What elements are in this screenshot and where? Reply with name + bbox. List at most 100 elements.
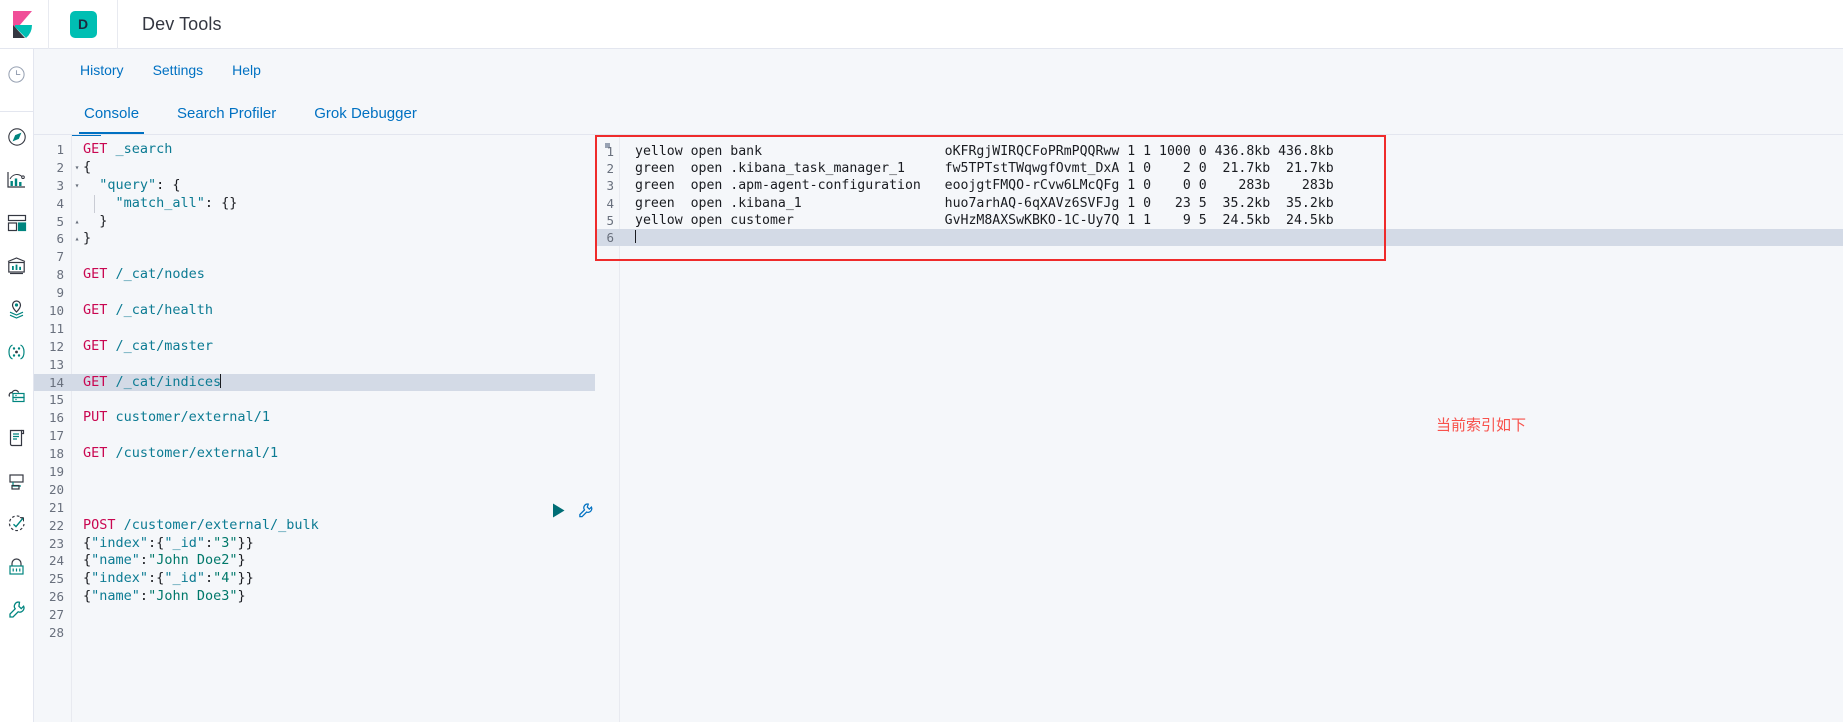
line-number: 10 — [48, 303, 64, 319]
sidebar-item-infrastructure[interactable] — [2, 380, 32, 410]
line-source: GET /_cat/nodes — [83, 266, 205, 283]
sidebar-item-canvas[interactable] — [2, 251, 32, 281]
request-actions-button[interactable] — [577, 502, 594, 524]
tab-search-profiler[interactable]: Search Profiler — [172, 106, 281, 134]
sidebar-item-uptime[interactable] — [2, 509, 32, 539]
annotation-text: 当前索引如下 — [1436, 416, 1527, 434]
editor-line[interactable]: 23 {"index":{"_id":"3"}} — [34, 535, 595, 553]
lock-icon — [7, 557, 26, 577]
sidebar-item-security[interactable] — [2, 552, 32, 582]
fold-toggle-icon[interactable]: ▾ — [72, 177, 82, 195]
sidebar-item-dev-tools[interactable] — [2, 595, 32, 625]
editor-line[interactable]: 9 — [34, 284, 595, 302]
line-source: {"name":"John Doe3"} — [83, 588, 246, 605]
line-source: GET _search — [83, 141, 173, 157]
page-title: Dev Tools — [142, 13, 222, 34]
line-number: 20 — [48, 481, 64, 497]
response-output-pane[interactable]: 1 yellow open bank oKFRgjWIRQCFoPRmPQQRww… — [595, 134, 1843, 722]
editor-line[interactable]: 8 GET /_cat/nodes — [34, 266, 595, 284]
editor-line[interactable]: 17 — [34, 427, 595, 445]
line-source — [72, 320, 83, 338]
editor-line[interactable]: 13 — [34, 356, 595, 374]
editor-line[interactable]: 12 GET /_cat/master — [34, 338, 595, 356]
line-number: 5 — [56, 213, 64, 229]
output-code[interactable]: 1 yellow open bank oKFRgjWIRQCFoPRmPQQRww… — [595, 135, 1843, 247]
editor-line[interactable]: 22 POST /customer/external/_bulk — [34, 517, 595, 535]
editor-code[interactable]: 1 GET _search 2 ▾{3 ▾ "query": {4 "match_all… — [34, 135, 595, 642]
line-source — [72, 391, 83, 409]
editor-line[interactable]: 16 PUT customer/external/1 — [34, 409, 595, 427]
sidebar-item-dashboard[interactable] — [2, 208, 32, 238]
top-header: D Dev Tools — [0, 0, 1843, 49]
editor-line[interactable]: 27 — [34, 606, 595, 624]
output-line[interactable]: 5 yellow open customer GvHzM8AXSwKBKO-1C-… — [595, 212, 1843, 229]
sidebar-item-recently-viewed[interactable] — [2, 59, 32, 89]
menu-settings[interactable]: Settings — [153, 62, 204, 78]
editor-line[interactable]: 1 GET _search — [34, 141, 595, 159]
line-source: GET /_cat/health — [83, 302, 214, 319]
dev-tools-menubar: History Settings Help — [34, 49, 1843, 90]
editor-line[interactable]: 20 — [34, 481, 595, 499]
output-line[interactable]: 2 green open .kibana_task_manager_1 fw5TP… — [595, 160, 1843, 177]
editor-line[interactable]: 2 ▾{ — [34, 159, 595, 177]
sidebar-item-discover[interactable] — [2, 122, 32, 152]
line-source — [72, 463, 83, 481]
kibana-home-button[interactable] — [0, 0, 49, 49]
output-line[interactable]: 6 — [595, 228, 1843, 247]
editor-line[interactable]: 21 — [34, 499, 595, 517]
editor-line[interactable]: 26 {"name":"John Doe3"} — [34, 588, 595, 606]
editor-line[interactable]: 28 — [34, 624, 595, 642]
menu-history[interactable]: History — [80, 62, 124, 78]
line-source — [72, 284, 83, 302]
text-caret — [635, 229, 636, 243]
editor-line[interactable]: 18 GET /customer/external/1 — [34, 445, 595, 463]
sidebar-item-maps[interactable] — [2, 294, 32, 324]
tab-console[interactable]: Console — [79, 106, 145, 134]
output-line[interactable]: 3 green open .apm-agent-configuration eoo… — [595, 177, 1843, 194]
fold-toggle-icon[interactable]: ▾ — [72, 159, 82, 177]
dev-tools-tabs: Console Search Profiler Grok Debugger — [34, 90, 1843, 134]
output-line-text: yellow open bank oKFRgjWIRQCFoPRmPQQRww … — [635, 144, 1334, 159]
sidebar-item-visualize[interactable] — [2, 165, 32, 195]
line-number: 14 — [48, 374, 64, 390]
editor-line[interactable]: 6 ▴} — [34, 230, 595, 248]
line-number: 8 — [56, 267, 64, 283]
output-line[interactable]: 1 yellow open bank oKFRgjWIRQCFoPRmPQQRww… — [595, 143, 1843, 160]
editor-line[interactable]: 24 {"name":"John Doe2"} — [34, 552, 595, 570]
bar-chart-icon — [6, 170, 27, 190]
line-source: "match_all": {} — [115, 194, 238, 211]
editor-line[interactable]: 11 — [34, 320, 595, 338]
console-split: 1 GET _search 2 ▾{3 ▾ "query": {4 "match_all… — [34, 134, 1843, 722]
sidebar-item-machine-learning[interactable] — [2, 337, 32, 367]
output-line[interactable]: 4 green open .kibana_1 huo7arhAQ-6qXAVz6S… — [595, 195, 1843, 212]
editor-line[interactable]: 3 ▾ "query": { — [34, 177, 595, 195]
left-nav-rail — [0, 49, 34, 722]
editor-line[interactable]: 7 — [34, 248, 595, 266]
output-line-text: green open .kibana_task_manager_1 fw5TPT… — [635, 161, 1334, 177]
output-line-number: 3 — [606, 178, 614, 194]
line-source — [72, 481, 83, 499]
line-source: POST /customer/external/_bulk — [83, 516, 319, 533]
editor-line[interactable]: 25 {"index":{"_id":"4"}} — [34, 570, 595, 588]
kibana-logo-icon — [12, 10, 37, 38]
tab-grok-debugger[interactable]: Grok Debugger — [309, 106, 422, 134]
sidebar-item-apm[interactable] — [2, 466, 32, 496]
line-number: 12 — [48, 338, 64, 354]
menu-help[interactable]: Help — [232, 62, 261, 78]
line-source: GET /customer/external/1 — [83, 445, 279, 462]
editor-line[interactable]: 15 — [34, 391, 595, 409]
line-number: 22 — [48, 517, 64, 533]
request-editor-pane[interactable]: 1 GET _search 2 ▾{3 ▾ "query": {4 "match_all… — [34, 134, 595, 722]
send-request-button[interactable] — [550, 502, 567, 524]
editor-line[interactable]: 10 GET /_cat/health — [34, 302, 595, 320]
line-number: 3 — [56, 177, 64, 193]
fold-toggle-icon[interactable]: ▴ — [72, 213, 82, 231]
editor-line[interactable]: 4 "match_all": {} — [34, 194, 595, 213]
line-source — [72, 356, 83, 374]
sidebar-item-logs[interactable] — [2, 423, 32, 453]
fold-toggle-icon[interactable]: ▴ — [72, 230, 82, 248]
editor-line[interactable]: 5 ▴ } — [34, 213, 595, 231]
editor-line[interactable]: 14 GET /_cat/indices — [34, 373, 595, 392]
editor-line[interactable]: 19 — [34, 463, 595, 481]
line-number: 15 — [48, 392, 64, 408]
